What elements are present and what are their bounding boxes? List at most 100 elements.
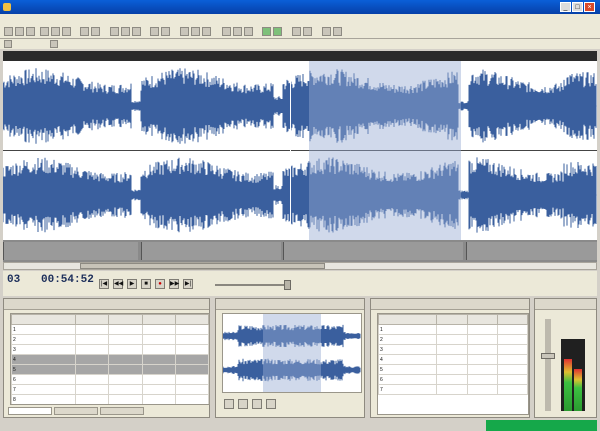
table-cell: [108, 324, 143, 335]
zoom-out-icon[interactable]: [121, 27, 130, 36]
fast-forward-button[interactable]: ▶▶: [169, 279, 179, 289]
table-row[interactable]: 3: [11, 344, 209, 355]
playhead-cursor[interactable]: [290, 61, 291, 240]
mini-selection[interactable]: [263, 314, 321, 392]
tab-cd-text[interactable]: [54, 407, 98, 415]
region-label[interactable]: [283, 242, 463, 260]
new-file-icon[interactable]: [4, 27, 13, 36]
table-cell: 4: [378, 354, 438, 365]
normalize-icon[interactable]: [191, 27, 200, 36]
table-cell: [436, 354, 468, 365]
rate-slider-thumb[interactable]: [284, 280, 291, 290]
table-row[interactable]: 4: [11, 354, 209, 365]
minimize-button[interactable]: _: [560, 2, 571, 12]
settings-icon[interactable]: [292, 27, 301, 36]
redo-icon[interactable]: [91, 27, 100, 36]
tab-track-list[interactable]: [8, 407, 52, 415]
column-header[interactable]: [496, 314, 528, 325]
selection-region[interactable]: [309, 61, 461, 240]
mini-stop-icon[interactable]: [252, 399, 262, 409]
cut-icon[interactable]: [40, 27, 49, 36]
mini-loop-icon[interactable]: [266, 399, 276, 409]
waveform-graphic: [3, 68, 597, 233]
open-folder-icon[interactable]: [15, 27, 24, 36]
region-label[interactable]: [3, 242, 138, 260]
tools-icon[interactable]: [333, 27, 342, 36]
table-row[interactable]: 8: [11, 394, 209, 404]
go-start-button[interactable]: |◀: [99, 279, 109, 289]
table-row[interactable]: 1: [378, 324, 528, 335]
zoom-in-icon[interactable]: [110, 27, 119, 36]
table-cell: [108, 394, 143, 404]
volume-slider-thumb[interactable]: [541, 353, 555, 359]
table-row[interactable]: 3: [378, 344, 528, 355]
grid-icon[interactable]: [50, 40, 58, 48]
zoom-fit-icon[interactable]: [132, 27, 141, 36]
save-icon[interactable]: [26, 27, 35, 36]
table-cell: [466, 374, 498, 385]
table-row[interactable]: 7: [11, 384, 209, 395]
table-row[interactable]: 6: [378, 374, 528, 385]
loop-icon[interactable]: [244, 27, 253, 36]
maximize-button[interactable]: □: [572, 2, 583, 12]
table-row[interactable]: 2: [11, 334, 209, 345]
table-cell: [174, 354, 209, 365]
effect-icon[interactable]: [180, 27, 189, 36]
table-row[interactable]: 7: [378, 384, 528, 395]
record-button[interactable]: ●: [155, 279, 165, 289]
meters-panel: [534, 298, 597, 418]
copy-icon[interactable]: [51, 27, 60, 36]
column-header[interactable]: [174, 314, 209, 325]
table-row[interactable]: 1: [11, 324, 209, 335]
table-cell: [108, 344, 143, 355]
region-labels-lane: [3, 240, 597, 262]
snap-icon[interactable]: [233, 27, 242, 36]
table-cell: 2: [378, 334, 438, 345]
column-header[interactable]: [466, 314, 498, 325]
record-icon[interactable]: [222, 27, 231, 36]
undo-icon[interactable]: [80, 27, 89, 36]
rewind-button[interactable]: ◀◀: [113, 279, 123, 289]
table-row[interactable]: 5: [378, 364, 528, 375]
column-header[interactable]: [141, 314, 176, 325]
volume-slider-track[interactable]: [545, 319, 551, 411]
region-label[interactable]: [466, 242, 597, 260]
table-cell: [75, 384, 110, 395]
column-header[interactable]: [75, 314, 110, 325]
time-ruler[interactable]: [3, 51, 597, 61]
stop-button[interactable]: ■: [141, 279, 151, 289]
table-row[interactable]: 6: [11, 374, 209, 385]
table-cell: [174, 364, 209, 375]
region-icon[interactable]: [161, 27, 170, 36]
table-row[interactable]: 5: [11, 364, 209, 375]
region-label[interactable]: [141, 242, 281, 260]
table-row[interactable]: 4: [378, 354, 528, 365]
column-header[interactable]: [378, 314, 438, 325]
tab-media-info[interactable]: [100, 407, 144, 415]
rate-slider[interactable]: [215, 284, 285, 286]
export-icon[interactable]: [273, 27, 282, 36]
scrollbar-thumb[interactable]: [80, 263, 325, 269]
info-icon[interactable]: [322, 27, 331, 36]
column-header[interactable]: [108, 314, 143, 325]
cursor-icon[interactable]: [4, 40, 12, 48]
mini-play-icon[interactable]: [224, 399, 234, 409]
fade-icon[interactable]: [202, 27, 211, 36]
marker-icon[interactable]: [150, 27, 159, 36]
mini-waveform[interactable]: [222, 313, 362, 393]
waveform-view[interactable]: [3, 61, 597, 240]
table-cell: 6: [11, 374, 77, 385]
cd-burn-icon[interactable]: [262, 27, 271, 36]
play-button[interactable]: ▶: [127, 279, 137, 289]
mini-pause-icon[interactable]: [238, 399, 248, 409]
table-cell: [75, 364, 110, 375]
column-header[interactable]: [436, 314, 468, 325]
column-header[interactable]: [11, 314, 77, 325]
paste-icon[interactable]: [62, 27, 71, 36]
table-row[interactable]: 2: [378, 334, 528, 345]
table-cell: [466, 334, 498, 345]
close-button[interactable]: ×: [584, 2, 595, 12]
go-end-button[interactable]: ▶|: [183, 279, 193, 289]
help-icon[interactable]: [303, 27, 312, 36]
table-cell: 5: [11, 364, 77, 375]
